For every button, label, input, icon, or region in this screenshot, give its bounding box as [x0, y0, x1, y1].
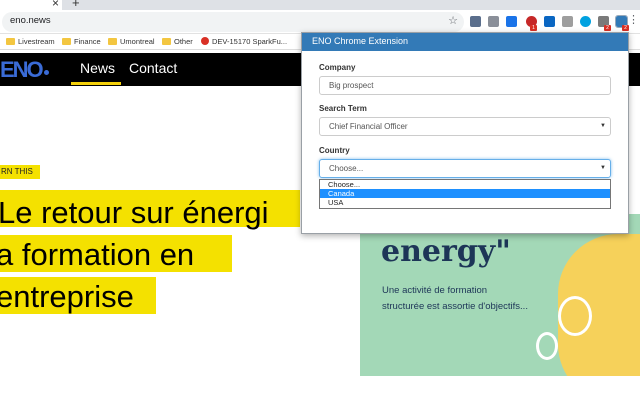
browser-tab[interactable]: × [0, 0, 62, 10]
search-term-select[interactable]: Chief Financial Officer ▼ [319, 117, 611, 136]
nav-news-link[interactable]: News [80, 60, 115, 76]
company-label: Company [319, 63, 356, 72]
option-usa[interactable]: USA [320, 198, 610, 207]
option-canada[interactable]: Canada [320, 189, 610, 198]
extension-icon[interactable] [562, 16, 573, 27]
address-bar[interactable]: eno.news ☆ [2, 12, 464, 32]
bookmark-umontreal[interactable]: Umontreal [108, 36, 155, 47]
site-logo[interactable]: ENO [0, 57, 44, 83]
card-subtitle: Une activité de formation [382, 285, 488, 296]
decorative-ring [536, 332, 558, 360]
notification-badge: 2 [604, 25, 611, 31]
folder-icon [62, 38, 71, 45]
extension-popup: ENO Chrome Extension Company Big prospec… [301, 32, 629, 234]
chevron-down-icon: ▼ [600, 123, 606, 129]
bookmark-finance[interactable]: Finance [62, 36, 101, 47]
article-card[interactable]: energy" Une activité de formation struct… [360, 214, 640, 376]
chevron-down-icon: ▼ [600, 165, 606, 171]
screen: × + eno.news ☆ 1 2 2 ⋮ Livestream Financ… [0, 0, 640, 400]
bookmark-dev-ticket[interactable]: DEV-15170 SparkFu... [201, 36, 287, 47]
learn-this-badge: RN THIS [0, 165, 40, 179]
linkedin-icon[interactable] [544, 16, 555, 27]
folder-icon [6, 38, 15, 45]
bookmark-livestream[interactable]: Livestream [6, 36, 55, 47]
country-label: Country [319, 146, 350, 155]
folder-icon [162, 38, 171, 45]
popup-title: ENO Chrome Extension [312, 36, 409, 46]
nav-active-underline [71, 82, 121, 85]
logo-dot [44, 70, 49, 75]
extension-icon[interactable] [488, 16, 499, 27]
popup-header: ENO Chrome Extension [302, 33, 628, 51]
search-term-label: Search Term [319, 104, 367, 113]
extension-icon[interactable] [470, 16, 481, 27]
nav-contact-link[interactable]: Contact [129, 60, 177, 76]
tab-strip: × + [0, 0, 640, 10]
browser-menu-icon[interactable]: ⋮ [628, 14, 639, 26]
close-tab-icon[interactable]: × [52, 0, 59, 9]
headline-line-3: entreprise [0, 279, 134, 314]
company-value: Big prospect [329, 81, 374, 90]
notification-badge: 1 [530, 25, 537, 31]
bookmark-other[interactable]: Other [162, 36, 193, 47]
card-title: energy" [381, 234, 511, 269]
country-select[interactable]: Choose... ▼ [319, 159, 611, 178]
extension-icon[interactable] [506, 16, 517, 27]
search-term-value: Chief Financial Officer [329, 122, 408, 131]
decorative-ring [558, 296, 592, 336]
country-value: Choose... [329, 164, 364, 173]
headline-line-1: Le retour sur énergi [0, 195, 269, 230]
country-dropdown-list: Choose... Canada USA [319, 179, 611, 209]
bookmark-star-icon[interactable]: ☆ [448, 14, 458, 27]
company-input[interactable]: Big prospect [319, 76, 611, 95]
salesforce-icon[interactable] [580, 16, 591, 27]
option-choose[interactable]: Choose... [320, 180, 610, 189]
url-text: eno.news [10, 15, 51, 26]
headline-line-2: a formation en [0, 237, 195, 272]
card-subtitle: structurée est assortie d'objectifs... [382, 301, 528, 312]
folder-icon [108, 38, 117, 45]
jira-icon [201, 37, 209, 45]
new-tab-button[interactable]: + [72, 0, 80, 9]
